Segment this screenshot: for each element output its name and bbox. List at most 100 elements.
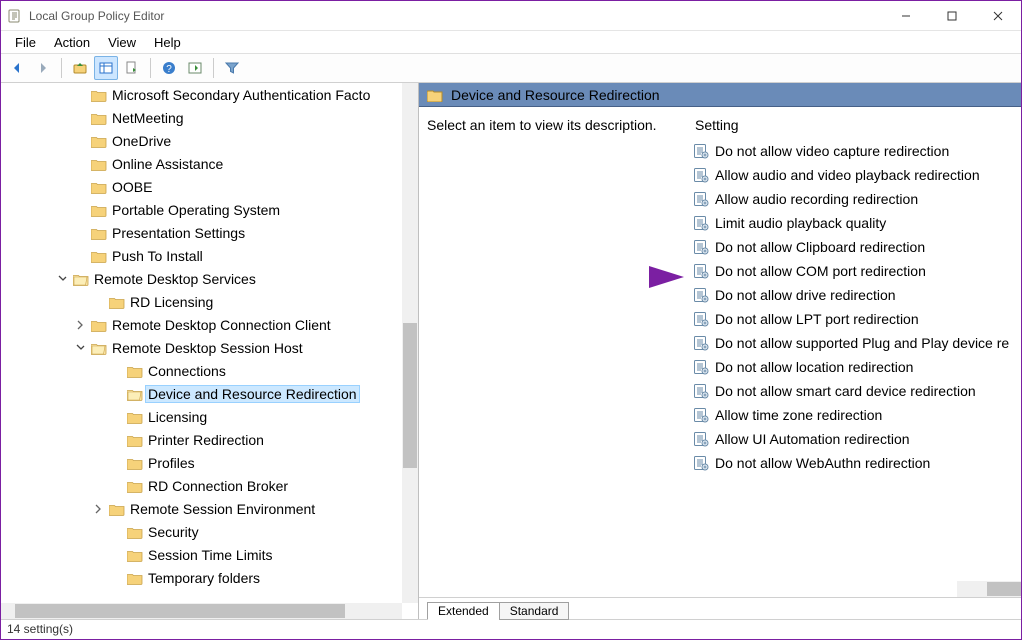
tree-item[interactable]: Microsoft Secondary Authentication Facto bbox=[1, 83, 402, 106]
folder-icon bbox=[73, 272, 89, 286]
setting-row[interactable]: Do not allow COM port redirection bbox=[687, 259, 1021, 283]
chevron-right-icon[interactable] bbox=[75, 320, 85, 330]
maximize-button[interactable] bbox=[929, 1, 975, 31]
setting-label: Do not allow video capture redirection bbox=[715, 143, 949, 159]
export-button[interactable] bbox=[120, 56, 144, 80]
chevron-down-icon[interactable] bbox=[57, 274, 67, 284]
setting-row[interactable]: Do not allow smart card device redirecti… bbox=[687, 379, 1021, 403]
tree-expander[interactable] bbox=[91, 502, 105, 516]
setting-row[interactable]: Do not allow location redirection bbox=[687, 355, 1021, 379]
tree-item[interactable]: Session Time Limits bbox=[1, 543, 402, 566]
tree-expander[interactable] bbox=[109, 479, 123, 493]
setting-row[interactable]: Do not allow drive redirection bbox=[687, 283, 1021, 307]
folder-icon bbox=[127, 525, 143, 539]
forward-button[interactable] bbox=[31, 56, 55, 80]
tree-expander[interactable] bbox=[73, 111, 87, 125]
details-button[interactable] bbox=[183, 56, 207, 80]
tree-horizontal-scrollbar[interactable] bbox=[1, 603, 402, 619]
up-button[interactable] bbox=[68, 56, 92, 80]
setting-row[interactable]: Allow audio recording redirection bbox=[687, 187, 1021, 211]
tree-item-label: Temporary folders bbox=[147, 569, 261, 587]
tree-expander[interactable] bbox=[73, 203, 87, 217]
help-button[interactable]: ? bbox=[157, 56, 181, 80]
chevron-right-icon[interactable] bbox=[93, 504, 103, 514]
tree-item[interactable]: Portable Operating System bbox=[1, 198, 402, 221]
tree-expander[interactable] bbox=[73, 249, 87, 263]
filter-button[interactable] bbox=[220, 56, 244, 80]
settings-header[interactable]: Setting bbox=[687, 107, 1021, 139]
tree-item[interactable]: Remote Session Environment bbox=[1, 497, 402, 520]
tree-expander[interactable] bbox=[109, 433, 123, 447]
tree-item[interactable]: Temporary folders bbox=[1, 566, 402, 589]
tree-item[interactable]: Printer Redirection bbox=[1, 428, 402, 451]
menu-file[interactable]: File bbox=[7, 33, 44, 52]
minimize-button[interactable] bbox=[883, 1, 929, 31]
description-text: Select an item to view its description. bbox=[427, 117, 657, 133]
tree-expander[interactable] bbox=[91, 295, 105, 309]
tree-item-label: OOBE bbox=[111, 178, 153, 196]
tab-extended[interactable]: Extended bbox=[427, 602, 500, 620]
tree-expander[interactable] bbox=[73, 341, 87, 355]
setting-label: Do not allow Clipboard redirection bbox=[715, 239, 925, 255]
tree-item[interactable]: RD Connection Broker bbox=[1, 474, 402, 497]
tree-pane: Microsoft Secondary Authentication Facto… bbox=[1, 83, 419, 619]
tree-expander[interactable] bbox=[109, 387, 123, 401]
tree-item[interactable]: RD Licensing bbox=[1, 290, 402, 313]
tree-item-label: Profiles bbox=[147, 454, 196, 472]
setting-row[interactable]: Limit audio playback quality bbox=[687, 211, 1021, 235]
menu-view[interactable]: View bbox=[100, 33, 144, 52]
setting-row[interactable]: Allow time zone redirection bbox=[687, 403, 1021, 427]
tree[interactable]: Microsoft Secondary Authentication Facto… bbox=[1, 83, 402, 603]
settings-list[interactable]: Do not allow video capture redirection A… bbox=[687, 139, 1021, 581]
chevron-down-icon[interactable] bbox=[75, 343, 85, 353]
tree-item-label: Push To Install bbox=[111, 247, 204, 265]
tree-expander[interactable] bbox=[73, 180, 87, 194]
tree-expander[interactable] bbox=[109, 410, 123, 424]
menu-action[interactable]: Action bbox=[46, 33, 98, 52]
back-button[interactable] bbox=[5, 56, 29, 80]
tree-item[interactable]: Push To Install bbox=[1, 244, 402, 267]
close-button[interactable] bbox=[975, 1, 1021, 31]
tree-item[interactable]: Connections bbox=[1, 359, 402, 382]
tree-item[interactable]: Remote Desktop Connection Client bbox=[1, 313, 402, 336]
menu-help[interactable]: Help bbox=[146, 33, 189, 52]
tree-expander[interactable] bbox=[55, 272, 69, 286]
tree-item[interactable]: OOBE bbox=[1, 175, 402, 198]
tree-item[interactable]: NetMeeting bbox=[1, 106, 402, 129]
tree-item[interactable]: Presentation Settings bbox=[1, 221, 402, 244]
tree-vertical-scrollbar[interactable] bbox=[402, 83, 418, 603]
tree-expander[interactable] bbox=[73, 134, 87, 148]
setting-row[interactable]: Allow audio and video playback redirecti… bbox=[687, 163, 1021, 187]
view-list-button[interactable] bbox=[94, 56, 118, 80]
tree-item-label: Portable Operating System bbox=[111, 201, 281, 219]
tree-expander[interactable] bbox=[109, 364, 123, 378]
setting-row[interactable]: Do not allow video capture redirection bbox=[687, 139, 1021, 163]
tree-item[interactable]: Profiles bbox=[1, 451, 402, 474]
tree-expander[interactable] bbox=[109, 548, 123, 562]
tree-expander[interactable] bbox=[109, 456, 123, 470]
tree-item[interactable]: Device and Resource Redirection bbox=[1, 382, 402, 405]
setting-row[interactable]: Allow UI Automation redirection bbox=[687, 427, 1021, 451]
tree-item[interactable]: Security bbox=[1, 520, 402, 543]
tree-item[interactable]: Remote Desktop Session Host bbox=[1, 336, 402, 359]
folder-icon bbox=[91, 88, 107, 102]
setting-row[interactable]: Do not allow WebAuthn redirection bbox=[687, 451, 1021, 475]
tab-standard[interactable]: Standard bbox=[499, 602, 570, 620]
setting-row[interactable]: Do not allow supported Plug and Play dev… bbox=[687, 331, 1021, 355]
titlebar: Local Group Policy Editor bbox=[1, 1, 1021, 31]
setting-row[interactable]: Do not allow LPT port redirection bbox=[687, 307, 1021, 331]
tree-expander[interactable] bbox=[73, 157, 87, 171]
tree-item[interactable]: OneDrive bbox=[1, 129, 402, 152]
tree-expander[interactable] bbox=[73, 226, 87, 240]
tree-expander[interactable] bbox=[73, 88, 87, 102]
tree-expander[interactable] bbox=[109, 571, 123, 585]
tree-item[interactable]: Licensing bbox=[1, 405, 402, 428]
tree-item-label: OneDrive bbox=[111, 132, 172, 150]
status-text: 14 setting(s) bbox=[7, 622, 73, 636]
tree-expander[interactable] bbox=[73, 318, 87, 332]
tree-expander[interactable] bbox=[109, 525, 123, 539]
tree-item[interactable]: Remote Desktop Services bbox=[1, 267, 402, 290]
settings-horizontal-scrollbar[interactable] bbox=[957, 581, 1021, 597]
setting-row[interactable]: Do not allow Clipboard redirection bbox=[687, 235, 1021, 259]
tree-item[interactable]: Online Assistance bbox=[1, 152, 402, 175]
